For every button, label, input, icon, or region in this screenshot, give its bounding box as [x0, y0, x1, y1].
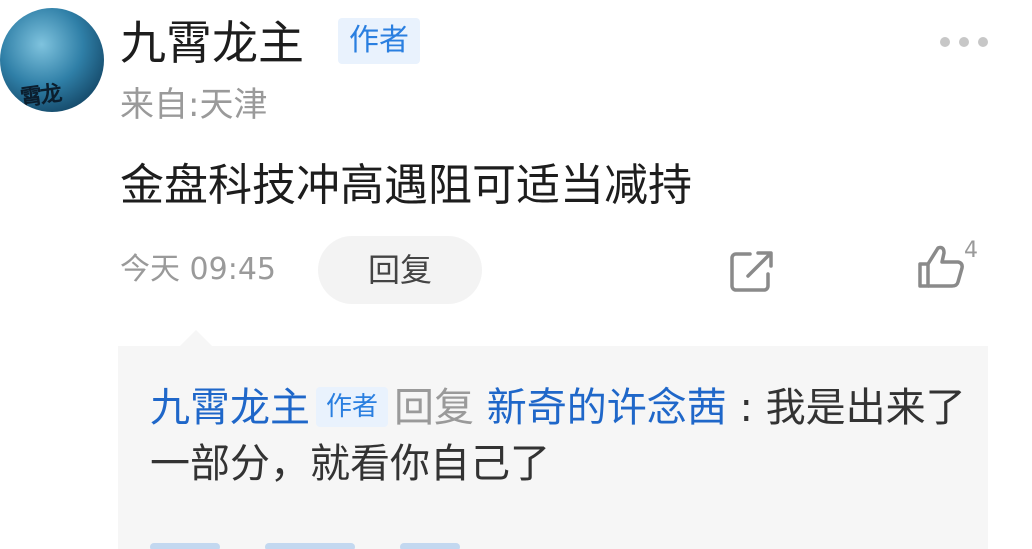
like-count: 4 [964, 238, 978, 263]
reply-author[interactable]: 九霄龙主 [150, 385, 310, 431]
thumbs-up-icon[interactable] [916, 244, 966, 290]
avatar[interactable]: 霄龙 [0, 8, 104, 112]
next-reply-cutoff [150, 536, 750, 549]
share-external-icon[interactable] [728, 248, 776, 294]
cutoff-fragment [150, 543, 220, 549]
cutoff-fragment [400, 543, 461, 549]
reply-pointer [180, 330, 212, 346]
post-timestamp: 今天 09:45 [120, 252, 276, 287]
post-body: 金盘科技冲高遇阻可适当减持 [120, 160, 692, 211]
post-username[interactable]: 九霄龙主 [120, 16, 304, 70]
dot [978, 37, 988, 47]
cutoff-fragment [265, 543, 356, 549]
reply-comment[interactable]: 九霄龙主 作者 回复 新奇的许念茜 : 我是出来了一部分，就看你自己了 [150, 380, 980, 492]
author-badge: 作者 [338, 18, 420, 64]
dot [959, 37, 969, 47]
reply-verb: 回复 [394, 385, 475, 431]
post-location: 来自:天津 [120, 85, 268, 125]
avatar-glyph: 霄龙 [18, 81, 62, 112]
reply-button[interactable]: 回复 [318, 236, 482, 304]
more-dots-icon[interactable] [940, 36, 988, 48]
reply-author-badge: 作者 [316, 387, 389, 427]
reply-target[interactable]: 新奇的许念茜 [487, 385, 727, 431]
reply-colon: : [739, 385, 753, 431]
dot [940, 37, 950, 47]
